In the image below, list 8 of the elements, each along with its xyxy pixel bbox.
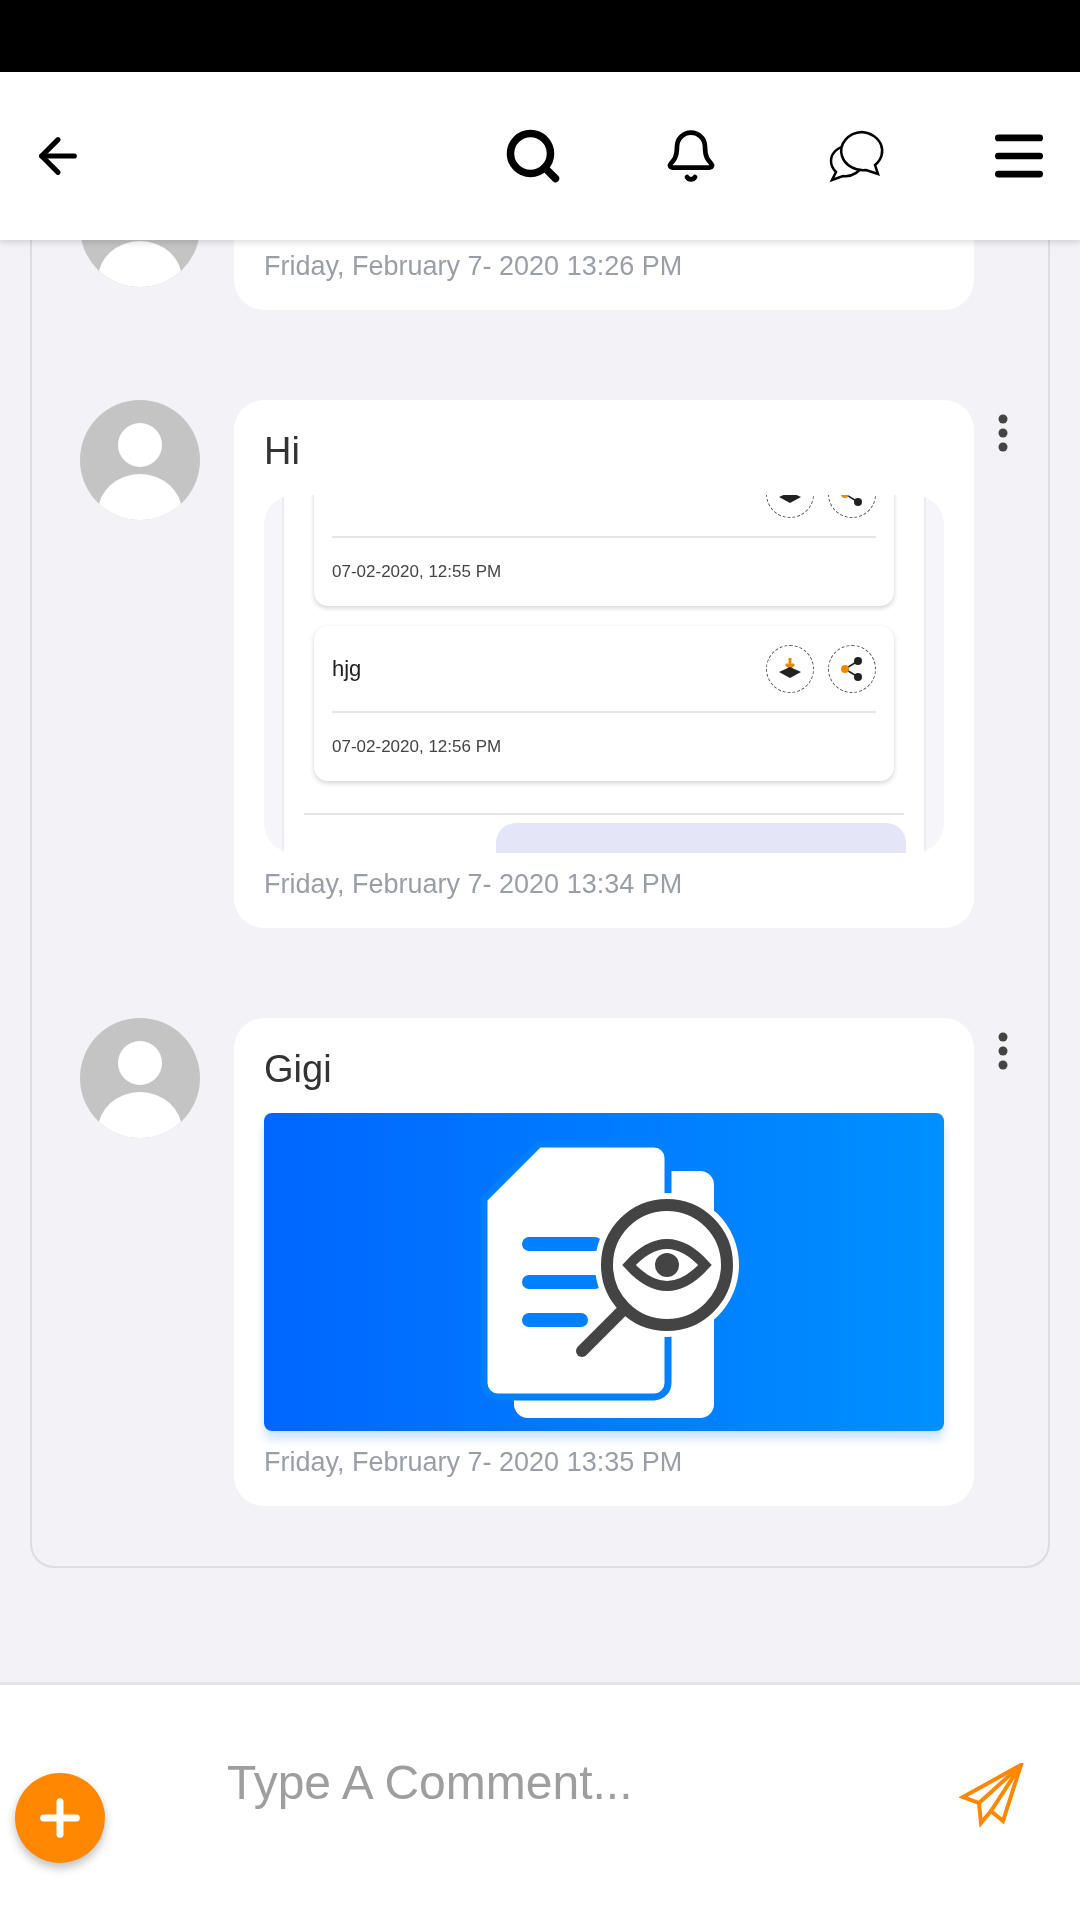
comment-time: Friday, February 7- 2020 13:34 PM	[264, 869, 684, 900]
comment-text: Hi	[264, 429, 301, 474]
comment-time: Friday, February 7- 2020 13:35 PM	[264, 1447, 684, 1478]
file-time: 07-02-2020, 12:55 PM	[332, 561, 503, 583]
file-time: 07-02-2020, 12:56 PM	[332, 736, 503, 758]
comment-time: Friday, February 7- 2020 13:26 PM	[264, 251, 684, 282]
comment-text: Gigi	[264, 1047, 333, 1092]
file-name: hjg	[332, 655, 363, 682]
